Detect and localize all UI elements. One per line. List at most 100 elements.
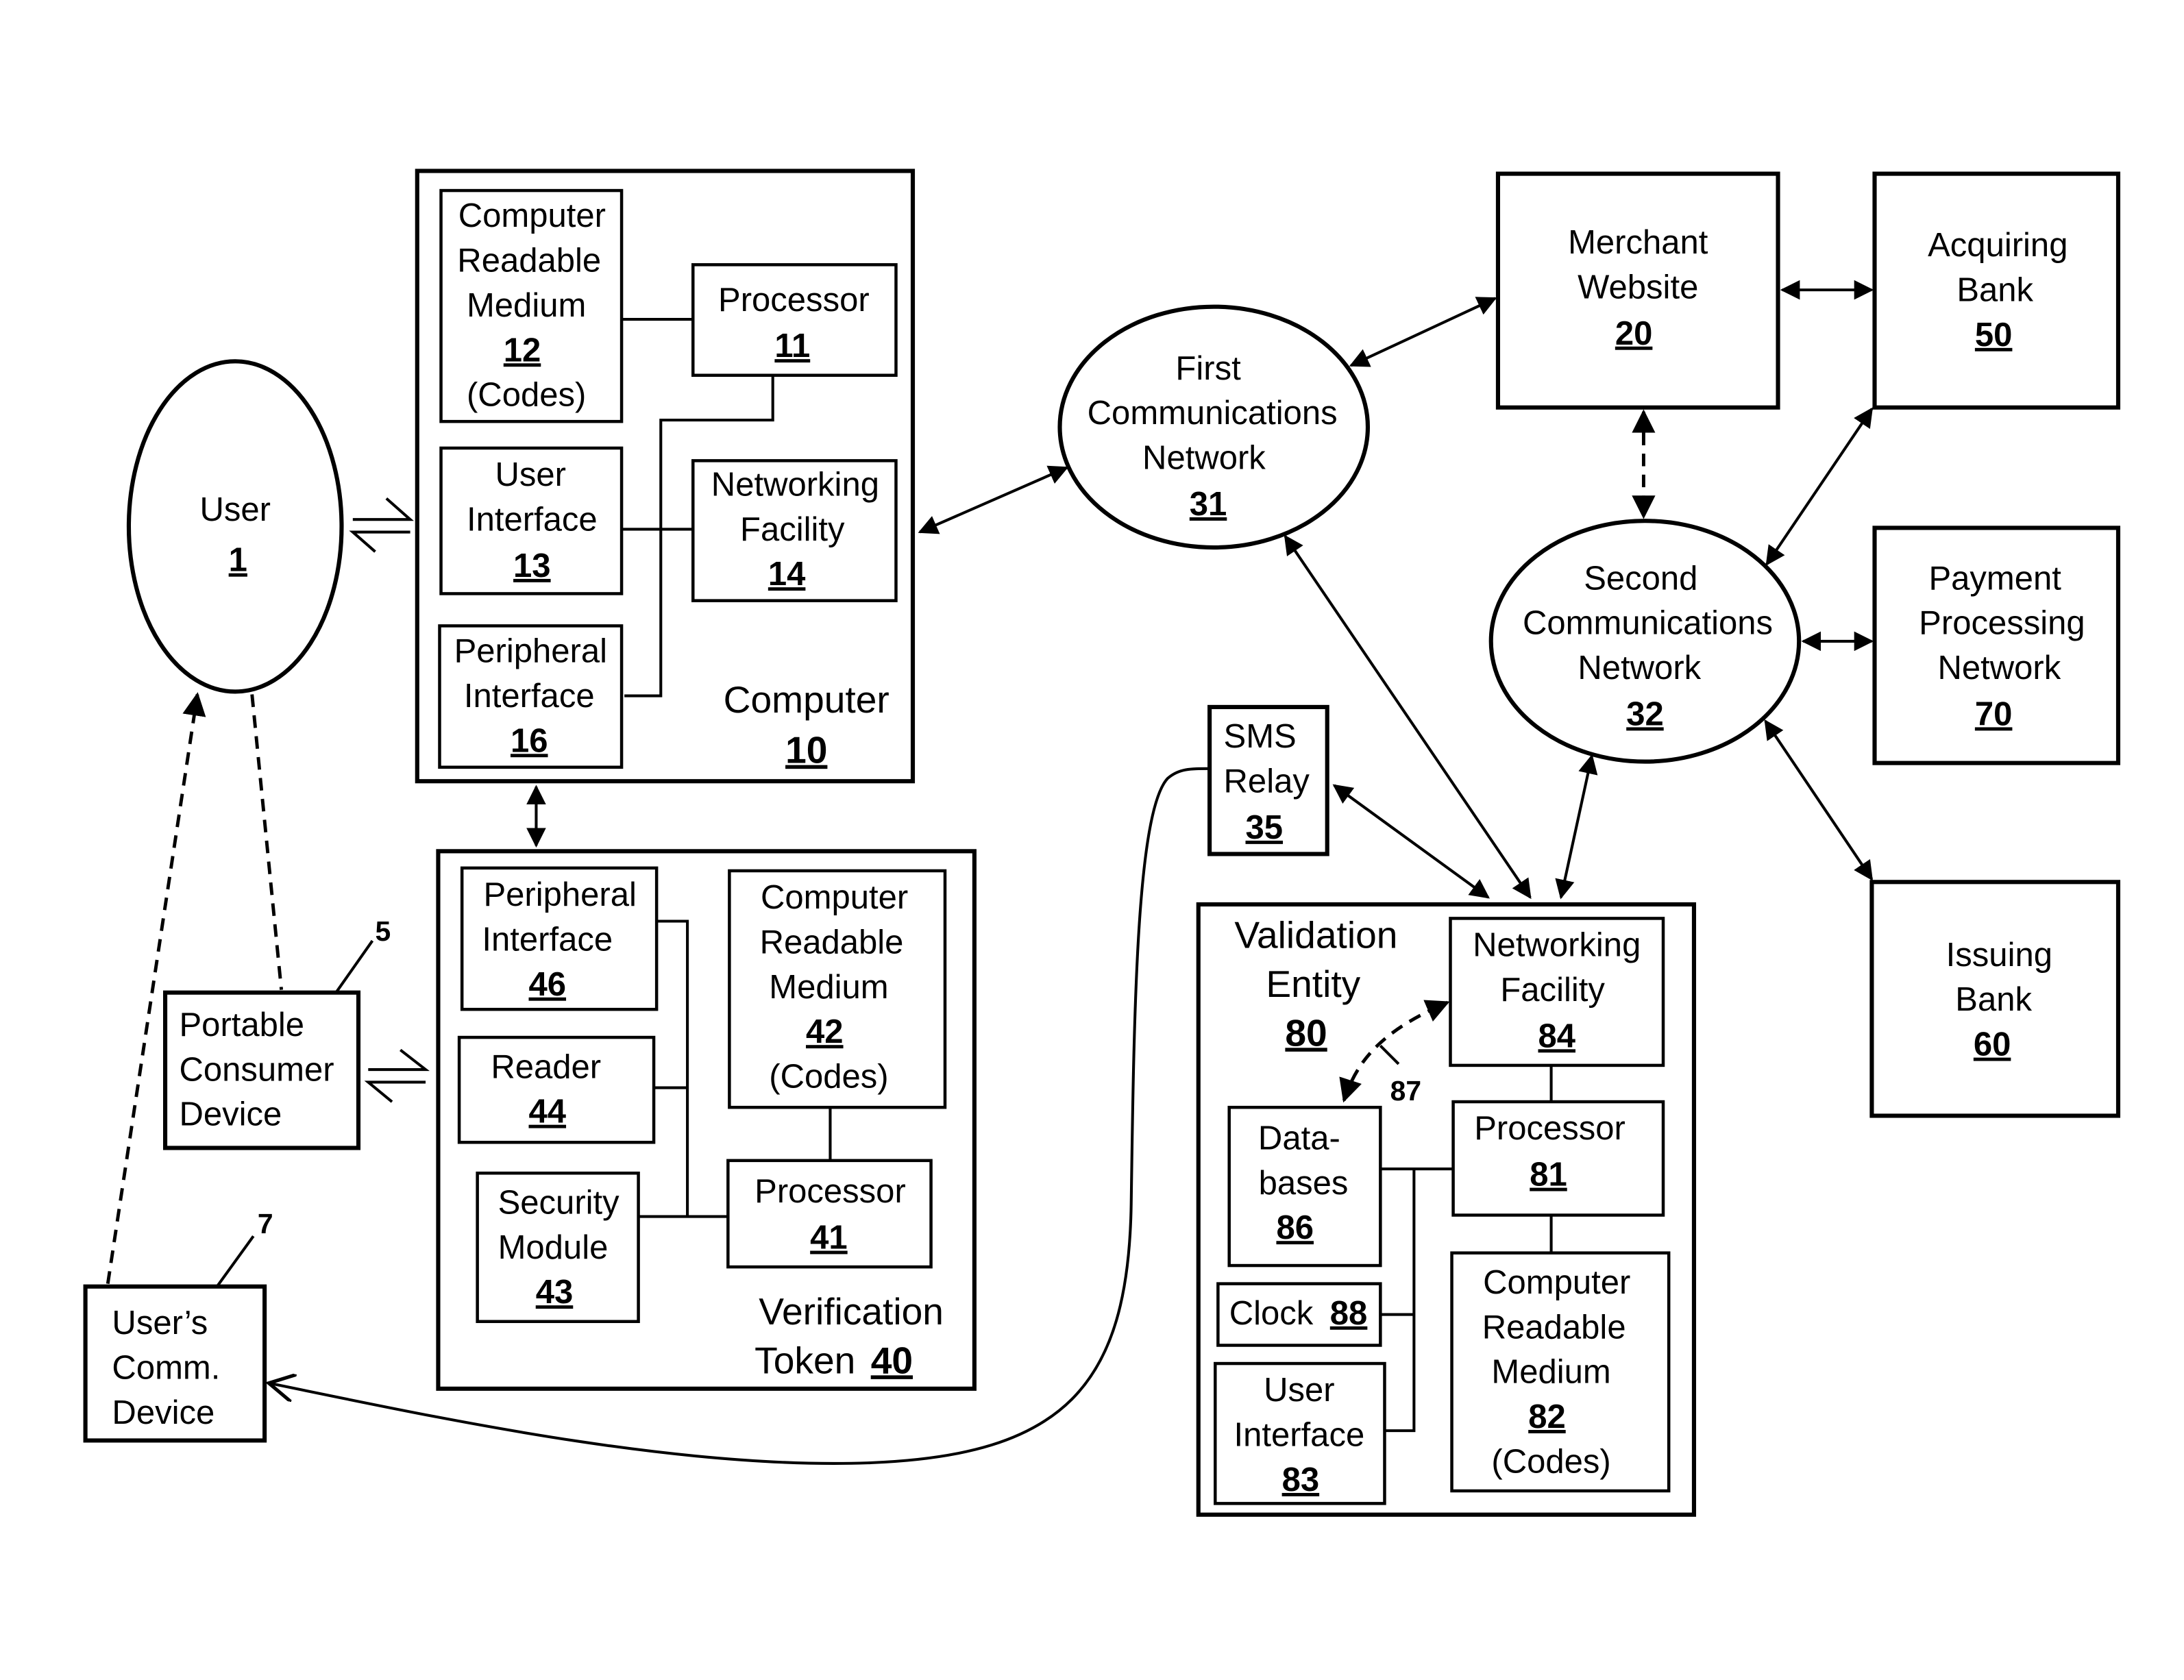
- comm-device-line1: User’s: [112, 1305, 208, 1342]
- portable-device-callout: 5: [376, 915, 391, 947]
- merchant-ref: 20: [1615, 315, 1653, 352]
- validation-databases-line2: bases: [1259, 1165, 1349, 1202]
- validation-clock-label: Clock: [1229, 1295, 1314, 1332]
- validation-ui-line2: Interface: [1234, 1417, 1364, 1454]
- sms-relay-node: SMS Relay 35: [1207, 704, 1329, 856]
- acquiring-bank-line2: Bank: [1956, 271, 2033, 308]
- validation-entity-ref: 80: [1285, 1011, 1327, 1054]
- token-crm-line3: Medium: [769, 969, 888, 1006]
- payment-network-line2: Processing: [1919, 605, 2085, 642]
- portable-device-line2: Consumer: [179, 1051, 334, 1088]
- computer-ref: 10: [785, 729, 827, 771]
- half-arrow-left: [349, 530, 410, 553]
- validation-entity-line1: Validation: [1234, 913, 1397, 956]
- validation-crm-line3: Medium: [1491, 1354, 1610, 1391]
- validation-crm-line2: Readable: [1482, 1309, 1626, 1346]
- validation-processor-ref: 81: [1530, 1157, 1567, 1194]
- validation-entity-line2: Entity: [1266, 963, 1360, 1005]
- computer-ui-line2: Interface: [467, 502, 598, 539]
- token-crm-line1: Computer: [761, 879, 908, 916]
- token-crm-ref: 42: [806, 1013, 844, 1050]
- token-security-ref: 43: [536, 1274, 574, 1311]
- first-network-node: First Communications Network 31: [1057, 304, 1371, 550]
- validation-entity-node: Validation Entity 80 Networking Facility…: [1196, 902, 1697, 1517]
- issuing-bank-ref: 60: [1974, 1026, 2011, 1063]
- second-network-issuing-arrow: [1764, 719, 1874, 881]
- validation-crm-ref: 82: [1528, 1398, 1566, 1435]
- acquiring-bank-ref: 50: [1975, 317, 2013, 354]
- validation-ui-line1: User: [1264, 1372, 1335, 1409]
- token-peripheral-line1: Peripheral: [483, 876, 636, 913]
- comm-device-node: User’s Comm. Device 7: [83, 1208, 273, 1443]
- token-crm-line2: Readable: [760, 924, 904, 961]
- sms-relay-line1: SMS: [1224, 718, 1297, 755]
- sms-relay-ref: 35: [1246, 809, 1284, 846]
- first-network-merchant-arrow: [1349, 297, 1497, 367]
- computer-ui-line1: User: [495, 456, 567, 493]
- payment-network-node: Payment Processing Network 70: [1872, 526, 2121, 765]
- token-label-line1: Verification: [759, 1290, 944, 1333]
- validation-crm-note: (Codes): [1491, 1443, 1610, 1480]
- comm-user-dashed-arrow: [106, 692, 206, 1284]
- comm-device-callout: 7: [258, 1208, 273, 1239]
- validation-clock-ref: 88: [1330, 1295, 1368, 1332]
- token-reader-label: Reader: [491, 1048, 601, 1085]
- computer-peripheral-line1: Peripheral: [454, 633, 607, 670]
- validation-networking-line2: Facility: [1500, 972, 1605, 1009]
- half-arrow-right: [352, 497, 414, 521]
- computer-crm-note: (Codes): [467, 377, 586, 414]
- token-processor-label: Processor: [754, 1173, 906, 1210]
- portable-device-line3: Device: [179, 1096, 282, 1133]
- issuing-bank-node: Issuing Bank 60: [1869, 880, 2121, 1118]
- payment-network-line3: Network: [1937, 650, 2061, 687]
- comm-device-line2: Comm.: [112, 1350, 220, 1387]
- issuing-bank-line1: Issuing: [1946, 937, 2052, 974]
- token-security-line2: Module: [498, 1229, 609, 1266]
- half-arrow-right-2: [368, 1048, 430, 1072]
- second-network-line1: Second: [1584, 560, 1697, 597]
- link-callout: 87: [1390, 1075, 1421, 1107]
- computer-crm-line1: Computer: [458, 197, 606, 234]
- computer-crm-line3: Medium: [467, 287, 586, 324]
- validation-processor-label: Processor: [1474, 1110, 1625, 1147]
- computer-networking-line2: Facility: [740, 511, 845, 548]
- validation-databases-ref: 86: [1276, 1209, 1314, 1246]
- portable-device-callout-line: [334, 939, 374, 993]
- second-network-acquiring-arrow: [1765, 407, 1874, 566]
- second-network-ref: 32: [1626, 695, 1664, 732]
- user-ref: 1: [229, 542, 247, 579]
- second-network-node: Second Communications Network 32: [1488, 519, 1802, 764]
- first-network-line1: First: [1175, 350, 1241, 387]
- computer-peripheral-ref: 16: [511, 722, 548, 759]
- merchant-line1: Merchant: [1568, 224, 1708, 261]
- first-network-line2: Communications: [1088, 395, 1338, 432]
- computer-processor-ref: 11: [774, 328, 810, 365]
- validation-databases-line1: Data-: [1258, 1120, 1340, 1157]
- merchant-line2: Website: [1578, 269, 1698, 306]
- first-network-line3: Network: [1142, 440, 1266, 477]
- user-node: User 1: [126, 359, 344, 694]
- token-ref: 40: [871, 1339, 913, 1381]
- token-reader-ref: 44: [529, 1094, 567, 1131]
- comm-device-line3: Device: [112, 1394, 214, 1431]
- acquiring-bank-line1: Acquiring: [1928, 227, 2068, 264]
- token-label-line2: Token: [754, 1339, 855, 1381]
- second-network-validation-arrow: [1555, 754, 1598, 900]
- sms-relay-line2: Relay: [1224, 763, 1310, 800]
- computer-processor-label: Processor: [718, 282, 870, 319]
- computer-crm-ref: 12: [504, 332, 541, 369]
- system-diagram: User 1 Computer Readable Medium 12 (Code…: [83, 169, 2121, 1517]
- comm-device-callout-line: [216, 1235, 255, 1287]
- user-label: User: [199, 491, 271, 528]
- second-network-line2: Communications: [1523, 605, 1773, 642]
- computer-networking-ref: 14: [768, 556, 806, 593]
- portable-device-line1: Portable: [179, 1006, 304, 1043]
- token-security-line1: Security: [498, 1184, 620, 1221]
- token-peripheral-ref: 46: [529, 966, 567, 1003]
- computer-ui-ref: 13: [513, 547, 551, 584]
- first-network-ref: 31: [1190, 486, 1227, 523]
- token-crm-note: (Codes): [769, 1059, 888, 1096]
- validation-networking-ref: 84: [1538, 1017, 1575, 1054]
- device-token-exchange-arrows: [364, 1048, 430, 1103]
- computer-crm-line2: Readable: [457, 243, 601, 280]
